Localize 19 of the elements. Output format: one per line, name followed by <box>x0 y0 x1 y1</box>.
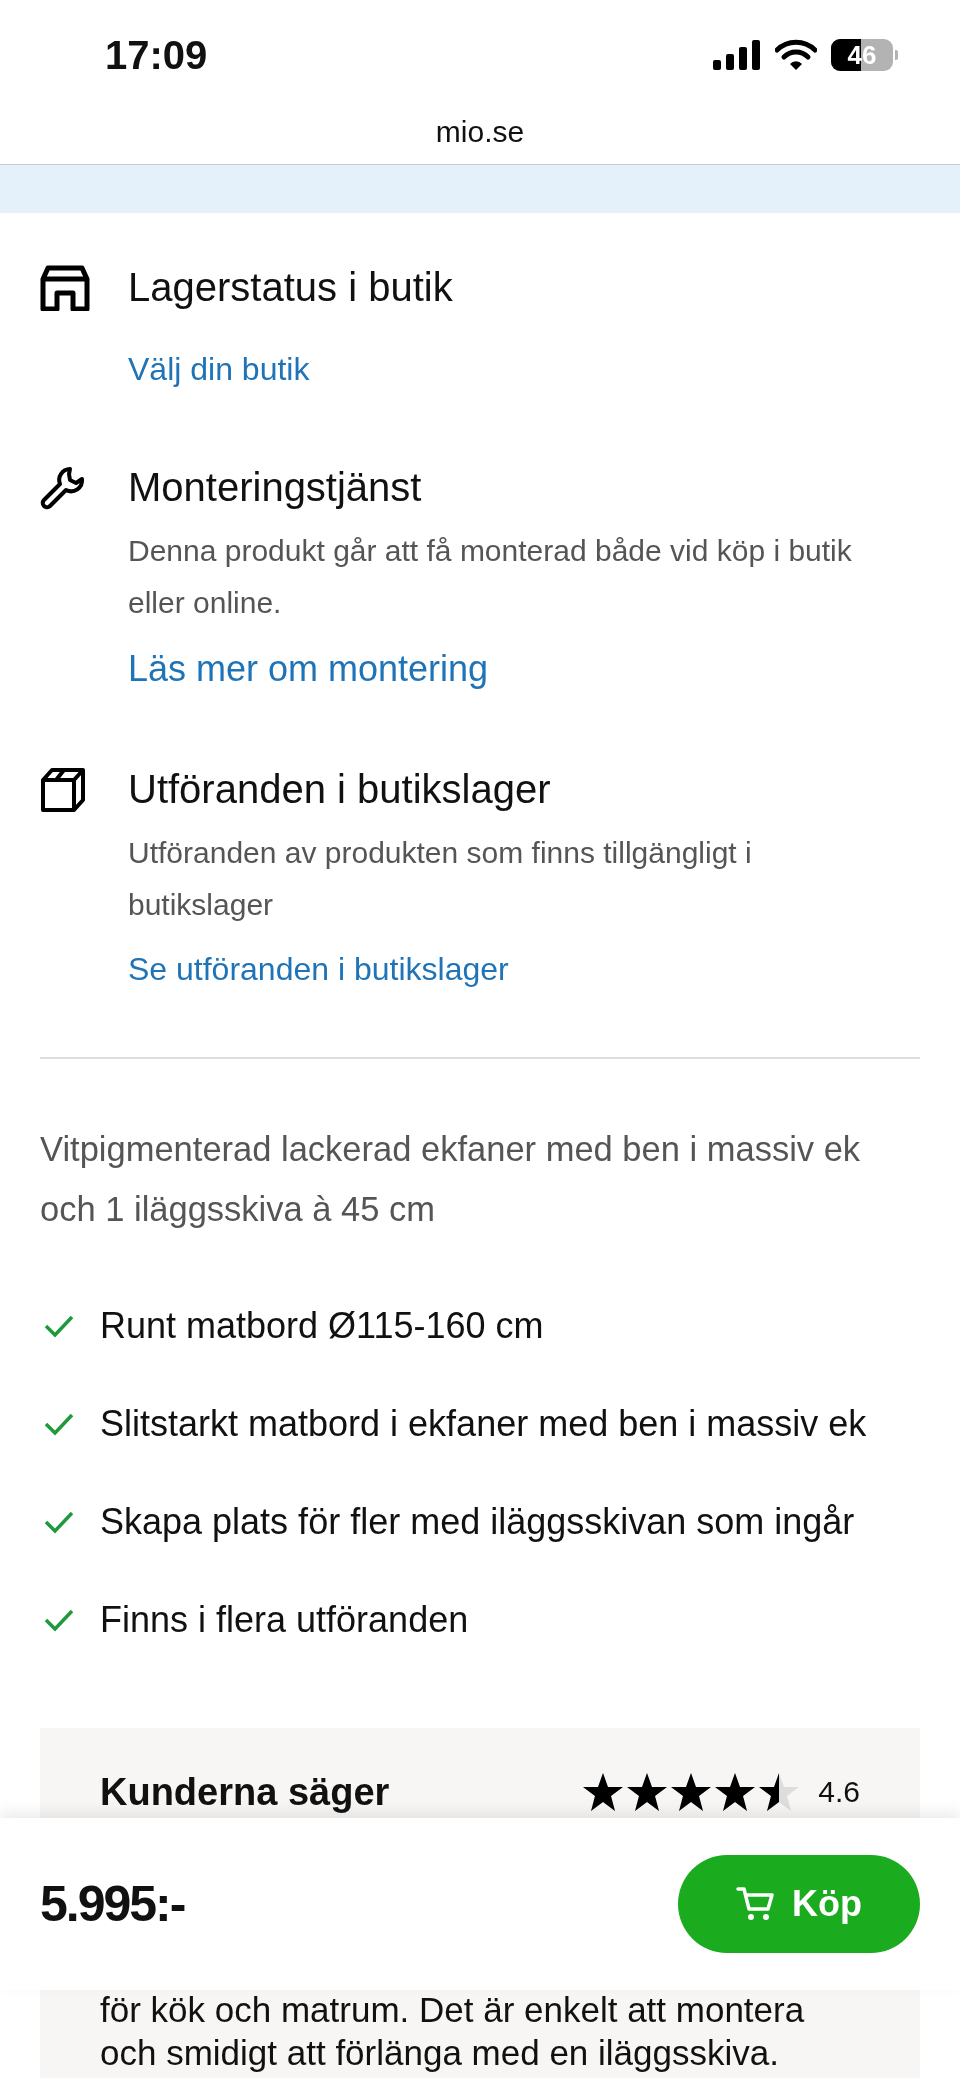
service-description: Denna produkt går att få monterad både vid köp i butik eller online. <box>128 533 853 621</box>
service-title: Monteringstjänst <box>128 465 423 509</box>
product-summary: Vitpigmenterad lackerad ekfaner med ben i massiv ek och 1 iläggsskiva à 45 cm <box>40 1129 862 1230</box>
service-description: Utföranden av produkten som finns tillgängligt i butikslager <box>128 835 753 923</box>
feature-text: Slitstarkt matbord i ekfaner med ben i massiv ek <box>100 1403 867 1445</box>
service-title: Utföranden i butikslager <box>128 767 552 811</box>
service-link[interactable]: Se utföranden i butikslager <box>128 949 509 989</box>
review-text: för kök och matrum. Det är enkelt att montera och smidigt att förlänga med en iläggsskiva. <box>100 1989 806 2074</box>
service-link[interactable]: Läs mer om montering <box>128 647 489 691</box>
status-time: 17:09 <box>105 32 208 78</box>
service-link[interactable]: Välj din butik <box>128 349 310 389</box>
rating-value: 4.6 <box>818 1775 860 1809</box>
reviews-title: Kunderna säger <box>100 1770 390 1814</box>
buy-button[interactable]: Köp <box>678 1855 920 1953</box>
service-title: Lagerstatus i butik <box>128 265 454 309</box>
price: 5.995:- <box>40 1875 185 1933</box>
feature-text: Finns i flera utföranden <box>100 1599 469 1641</box>
feature-text: Skapa plats för fler med iläggsskivan som ingår <box>100 1501 855 1543</box>
feature-text: Runt matbord Ø115-160 cm <box>100 1305 544 1347</box>
